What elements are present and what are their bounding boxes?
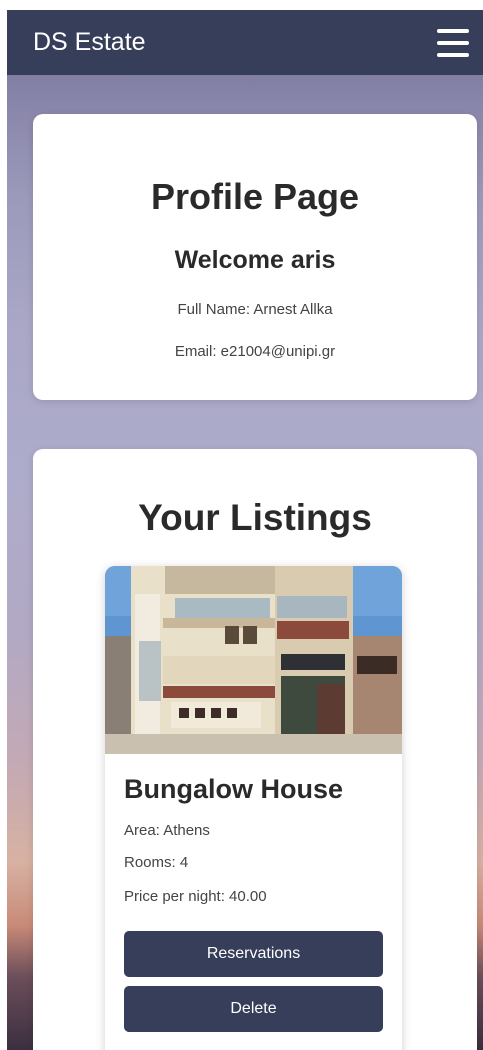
email-text: Email: e21004@unipi.gr [174,343,336,360]
welcome-heading: Welcome aris [174,246,336,274]
hamburger-menu-icon[interactable] [437,28,469,57]
brand-link[interactable]: DS Estate [33,28,146,57]
listing-price: Price per night: 40.00 [124,888,267,905]
listing-area: Area: Athens [124,822,210,839]
delete-button[interactable]: Delete [124,986,383,1032]
hamburger-bar [437,40,469,45]
listing-rooms: Rooms: 4 [124,854,189,871]
listing-photo [105,566,402,754]
page-viewport: DS Estate Profile Page Welcome aris Full… [7,10,483,1050]
profile-card: Profile Page Welcome aris Full Name: Arn… [33,114,477,400]
reservations-button[interactable]: Reservations [124,931,383,977]
listings-title: Your Listings [138,497,372,538]
listing-name: Bungalow House [124,774,344,804]
navbar: DS Estate [7,10,483,75]
listing-card: Bungalow House Area: Athens Rooms: 4 Pri… [105,566,402,1050]
listings-card: Your Listings Bungalow House Area: Athen… [33,449,477,1050]
hamburger-bar [437,52,469,57]
hamburger-bar [437,28,469,33]
page-title: Profile Page [150,176,360,217]
full-name-text: Full Name: Arnest Allka [177,301,333,318]
